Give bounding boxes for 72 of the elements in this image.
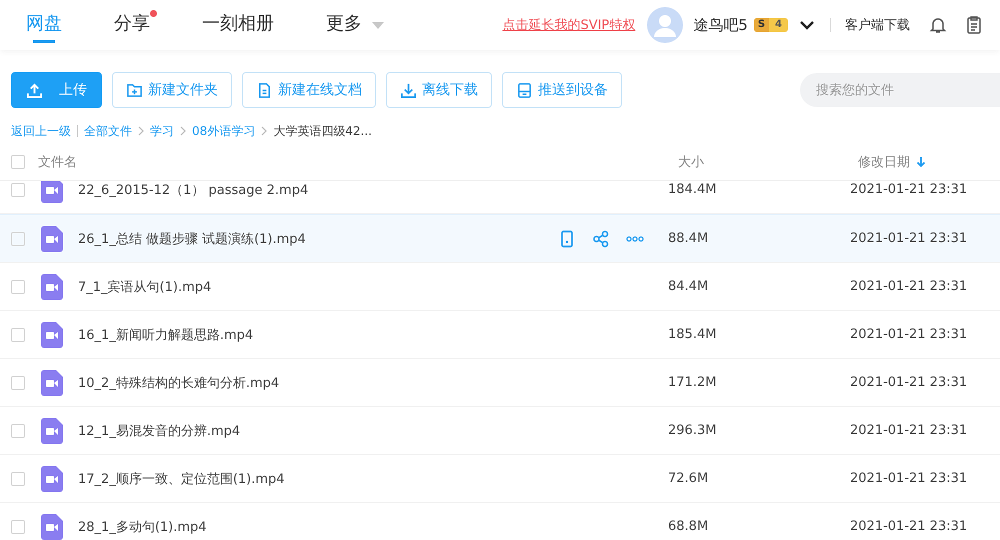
video-file-icon xyxy=(41,226,63,252)
row-checkbox[interactable] xyxy=(11,520,25,534)
video-file-icon xyxy=(41,418,63,444)
file-name[interactable]: 22_6_2015-12（1） passage 2.mp4 xyxy=(78,181,558,198)
modified-date: 2021-01-21 23:31 xyxy=(850,182,968,197)
user-name[interactable]: 途鸟吧5 xyxy=(693,16,748,34)
nav-tab[interactable]: 一刻相册 xyxy=(202,0,274,50)
file-row[interactable]: 10_2_特殊结构的长难句分析.mp4 171.2M 2021-01-21 23:31 xyxy=(0,359,1000,407)
file-row[interactable]: 12_1_易混发音的分辨.mp4 296.3M 2021-01-21 23:31 xyxy=(0,407,1000,455)
row-checkbox[interactable] xyxy=(11,232,25,246)
download-icon xyxy=(400,82,417,98)
client-download-link[interactable]: 客户端下载 xyxy=(845,16,910,34)
new-folder-icon xyxy=(126,82,143,98)
chevron-right-icon xyxy=(138,126,144,136)
file-size: 171.2M xyxy=(667,375,718,390)
file-size: 88.4M xyxy=(667,231,710,246)
current-folder: 大学英语四级42... xyxy=(273,122,372,140)
avatar-icon[interactable] xyxy=(647,7,684,43)
chevron-down-icon[interactable] xyxy=(800,20,814,30)
file-name[interactable]: 28_1_多动句(1).mp4 xyxy=(78,518,558,536)
file-size: 185.4M xyxy=(667,327,718,342)
file-size: 184.4M xyxy=(667,182,718,197)
modified-date: 2021-01-21 23:31 xyxy=(850,471,968,486)
file-name[interactable]: 16_1_新闻听力解题思路.mp4 xyxy=(78,326,558,344)
row-checkbox[interactable] xyxy=(11,376,25,390)
file-row[interactable]: 26_1_总结 做题步骤 试题演练(1).mp4 88.4M 2021-01-21 23:31 xyxy=(0,214,1000,263)
row-checkbox[interactable] xyxy=(11,472,25,486)
video-file-icon xyxy=(41,322,63,348)
file-name[interactable]: 12_1_易混发音的分辨.mp4 xyxy=(78,422,558,440)
file-row[interactable]: 28_1_多动句(1).mp4 68.8M 2021-01-21 23:31 xyxy=(0,503,1000,540)
search-field[interactable]: 搜索您的文件 xyxy=(800,73,1000,107)
chevron-right-icon xyxy=(180,126,186,136)
chevron-right-icon xyxy=(261,126,268,136)
column-header[interactable]: 修改日期 xyxy=(858,153,910,171)
modified-date: 2021-01-21 23:31 xyxy=(850,375,968,390)
file-row[interactable]: 16_1_新闻听力解题思路.mp4 185.4M 2021-01-21 23:31 xyxy=(0,311,1000,359)
file-size: 68.8M xyxy=(667,519,710,534)
phone-icon[interactable] xyxy=(558,230,576,248)
file-size: 84.4M xyxy=(667,279,710,294)
nav-tab[interactable]: 更多 xyxy=(326,0,362,50)
row-checkbox[interactable] xyxy=(11,328,25,342)
file-size: 72.6M xyxy=(667,471,710,486)
file-name[interactable]: 10_2_特殊结构的长难句分析.mp4 xyxy=(78,374,558,392)
file-row[interactable]: 17_2_顺序一致、定位范围(1).mp4 72.6M 2021-01-21 23:31 xyxy=(0,455,1000,503)
video-file-icon xyxy=(41,274,63,300)
column-header[interactable]: 大小 xyxy=(678,153,858,171)
select-all-checkbox[interactable] xyxy=(11,155,25,169)
modified-date: 2021-01-21 23:31 xyxy=(850,519,968,534)
modified-date: 2021-01-21 23:31 xyxy=(850,327,968,342)
caret-icon[interactable] xyxy=(372,22,384,28)
file-size: 296.3M xyxy=(667,423,718,438)
modified-date: 2021-01-21 23:31 xyxy=(850,423,968,438)
file-name[interactable]: 17_2_顺序一致、定位范围(1).mp4 xyxy=(78,470,558,488)
row-checkbox[interactable] xyxy=(11,424,25,438)
video-file-icon xyxy=(41,466,63,492)
column-header[interactable]: 文件名 xyxy=(38,153,678,171)
video-file-icon xyxy=(41,370,63,396)
row-checkbox[interactable] xyxy=(11,182,25,196)
row-checkbox[interactable] xyxy=(11,280,25,294)
video-file-icon xyxy=(41,181,63,202)
device-icon xyxy=(516,82,533,98)
file-name[interactable]: 26_1_总结 做题步骤 试题演练(1).mp4 xyxy=(78,230,558,248)
file-row[interactable]: 7_1_宾语从句(1).mp4 84.4M 2021-01-21 23:31 xyxy=(0,263,1000,311)
modified-date: 2021-01-21 23:31 xyxy=(850,279,968,294)
share-icon[interactable] xyxy=(592,230,610,248)
document-icon xyxy=(256,82,273,98)
modified-date: 2021-01-21 23:31 xyxy=(850,231,968,246)
vip-badge: S 4 xyxy=(754,18,788,32)
upload-icon xyxy=(26,82,43,98)
sort-arrow-icon[interactable] xyxy=(916,156,926,168)
file-name[interactable]: 7_1_宾语从句(1).mp4 xyxy=(78,278,558,296)
nav-tab[interactable]: 分享 xyxy=(114,0,150,50)
